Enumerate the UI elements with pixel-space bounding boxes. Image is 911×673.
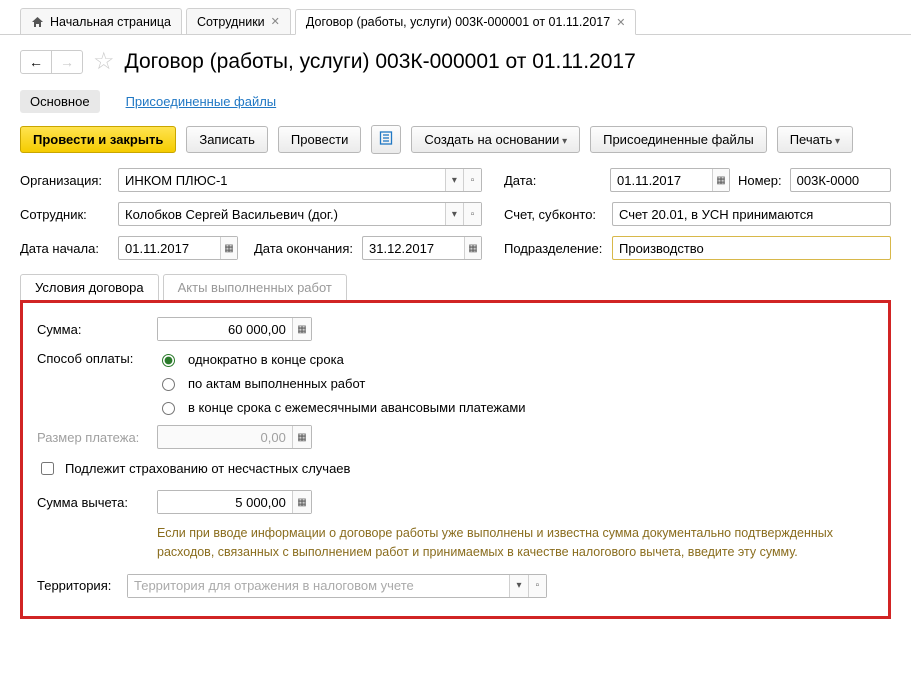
home-icon — [31, 16, 44, 28]
payment-size-label: Размер платежа: — [37, 430, 147, 445]
insurance-label: Подлежит страхованию от несчастных случа… — [65, 461, 350, 476]
section-main[interactable]: Основное — [20, 90, 100, 113]
report-icon-button[interactable] — [371, 125, 401, 154]
territory-label: Территория: — [37, 578, 117, 593]
sum-label: Сумма: — [37, 322, 147, 337]
end-date-label: Дата окончания: — [254, 241, 354, 256]
dropdown-icon[interactable]: ▾ — [445, 169, 463, 191]
employee-label: Сотрудник: — [20, 207, 110, 222]
calendar-icon[interactable]: ▦ — [712, 169, 729, 191]
pay-option-acts[interactable]: по актам выполненных работ — [157, 375, 526, 391]
territory-input[interactable] — [128, 575, 509, 597]
tab-label: Договор (работы, услуги) 003К-000001 от … — [306, 15, 610, 29]
org-input[interactable] — [119, 169, 445, 191]
tab-employees[interactable]: Сотрудники ✕ — [186, 8, 291, 34]
number-label: Номер: — [738, 173, 782, 188]
print-button[interactable]: Печать — [777, 126, 853, 153]
sum-input[interactable] — [158, 318, 292, 340]
calculator-icon[interactable]: ▦ — [292, 491, 311, 513]
post-button[interactable]: Провести — [278, 126, 362, 153]
tab-contract[interactable]: Договор (работы, услуги) 003К-000001 от … — [295, 9, 637, 35]
tab-acts[interactable]: Акты выполненных работ — [163, 274, 347, 300]
deduction-label: Сумма вычета: — [37, 495, 147, 510]
account-input[interactable] — [613, 203, 890, 225]
date-input[interactable] — [611, 169, 712, 191]
page-title: Договор (работы, услуги) 003К-000001 от … — [125, 50, 636, 74]
save-button[interactable]: Записать — [186, 126, 268, 153]
pay-option-advance[interactable]: в конце срока с ежемесячными авансовыми … — [157, 399, 526, 415]
nav-forward-button[interactable]: → — [52, 51, 82, 73]
start-date-input[interactable] — [119, 237, 220, 259]
dept-label: Подразделение: — [504, 241, 604, 256]
tab-label: Начальная страница — [50, 15, 171, 29]
date-label: Дата: — [504, 173, 549, 188]
list-icon — [379, 131, 393, 145]
dropdown-icon[interactable]: ▾ — [509, 575, 527, 597]
post-close-button[interactable]: Провести и закрыть — [20, 126, 176, 153]
create-based-button[interactable]: Создать на основании — [411, 126, 580, 153]
end-date-input[interactable] — [363, 237, 464, 259]
employee-input[interactable] — [119, 203, 445, 225]
close-icon[interactable]: ✕ — [616, 16, 625, 29]
payment-size-input — [158, 426, 292, 448]
dropdown-icon[interactable]: ▾ — [445, 203, 463, 225]
open-icon[interactable]: ▫ — [463, 169, 481, 191]
number-input[interactable] — [791, 169, 890, 191]
section-files[interactable]: Присоединенные файлы — [116, 90, 287, 113]
pay-method-label: Способ оплаты: — [37, 351, 147, 366]
insurance-checkbox[interactable] — [41, 462, 54, 475]
calculator-icon: ▦ — [292, 426, 311, 448]
open-icon[interactable]: ▫ — [528, 575, 546, 597]
dept-input[interactable] — [613, 237, 890, 259]
account-label: Счет, субконто: — [504, 207, 604, 222]
pay-option-once[interactable]: однократно в конце срока — [157, 351, 526, 367]
deduction-help-text: Если при вводе информации о договоре раб… — [157, 524, 874, 562]
tab-label: Сотрудники — [197, 15, 265, 29]
tab-bar: Начальная страница Сотрудники ✕ Договор … — [0, 0, 911, 35]
open-icon[interactable]: ▫ — [463, 203, 481, 225]
tab-home[interactable]: Начальная страница — [20, 8, 182, 34]
nav-buttons: ← → — [20, 50, 83, 74]
tab-terms[interactable]: Условия договора — [20, 274, 159, 300]
favorite-star-icon[interactable]: ☆ — [93, 47, 115, 76]
deduction-input[interactable] — [158, 491, 292, 513]
calendar-icon[interactable]: ▦ — [464, 237, 481, 259]
close-icon[interactable]: ✕ — [271, 15, 280, 28]
org-label: Организация: — [20, 173, 110, 188]
attached-files-button[interactable]: Присоединенные файлы — [590, 126, 767, 153]
calendar-icon[interactable]: ▦ — [220, 237, 237, 259]
calculator-icon[interactable]: ▦ — [292, 318, 311, 340]
nav-back-button[interactable]: ← — [21, 51, 52, 73]
start-date-label: Дата начала: — [20, 241, 110, 256]
contract-terms-panel: Сумма: ▦ Способ оплаты: однократно в кон… — [20, 300, 891, 619]
